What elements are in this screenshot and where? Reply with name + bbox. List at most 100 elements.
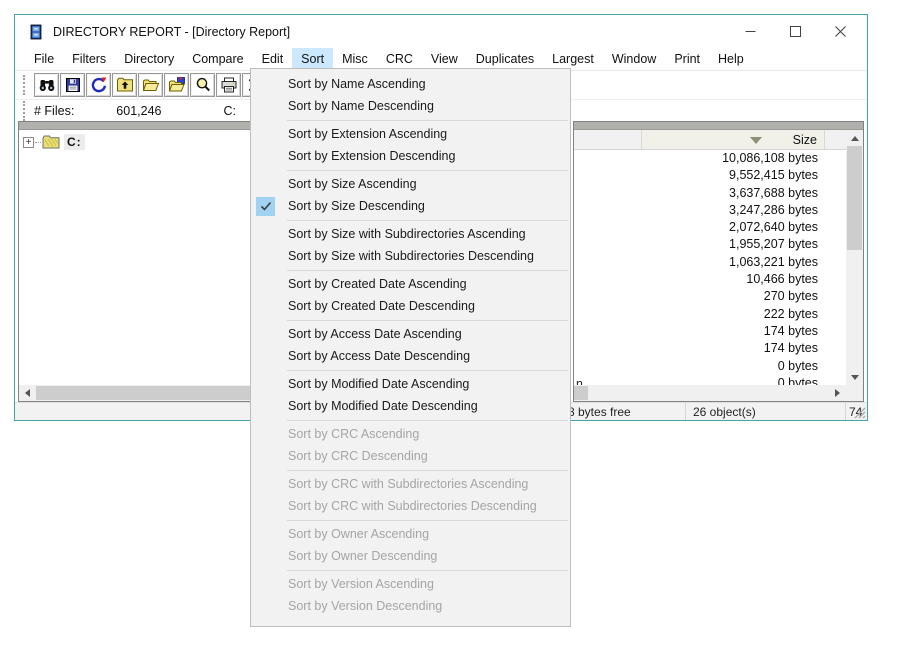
file-size-cell[interactable]: 1,955,207 bytes xyxy=(574,236,846,253)
status-right-panel: 74 xyxy=(846,403,867,420)
menu-compare[interactable]: Compare xyxy=(183,48,252,70)
menu-item-sort-crc-desc[interactable]: Sort by CRC Descending xyxy=(251,446,570,468)
menu-item-label: Sort by Version Ascending xyxy=(288,577,434,591)
file-size-cell[interactable]: 3,247,286 bytes xyxy=(574,202,846,219)
menu-file[interactable]: File xyxy=(25,48,63,70)
checked-indicator xyxy=(256,196,275,216)
column-header-size[interactable]: Size xyxy=(642,130,825,149)
file-size-cell[interactable]: 1,063,221 bytes xyxy=(574,254,846,271)
menu-item-label: Sort by Size Descending xyxy=(288,198,425,213)
list-scrollbar-thumb[interactable] xyxy=(847,146,862,250)
app-icon xyxy=(30,24,42,39)
scrollbar-corner xyxy=(846,385,863,401)
menu-item-sort-size-desc[interactable]: Sort by Size Descending xyxy=(251,196,570,218)
menu-item-sort-crc-subdirs-asc[interactable]: Sort by CRC with Subdirectories Ascendin… xyxy=(251,474,570,496)
menu-item-label: Sort by Extension Descending xyxy=(288,148,456,163)
menu-view[interactable]: View xyxy=(422,48,467,70)
menu-item-sort-modified-asc[interactable]: Sort by Modified Date Ascending xyxy=(251,374,570,396)
menu-item-sort-crc-asc[interactable]: Sort by CRC Ascending xyxy=(251,424,570,446)
menu-sort[interactable]: Sort xyxy=(292,48,334,70)
menu-duplicates[interactable]: Duplicates xyxy=(467,48,543,70)
maximize-button[interactable] xyxy=(773,15,818,48)
menu-item-sort-owner-desc[interactable]: Sort by Owner Descending xyxy=(251,546,570,568)
file-size-cell[interactable]: 10,466 bytes xyxy=(574,271,846,288)
menu-item-label: Sort by Name Descending xyxy=(288,98,434,113)
close-button[interactable] xyxy=(818,15,863,48)
compare-folders-button[interactable] xyxy=(164,73,189,97)
print-button[interactable] xyxy=(216,73,241,97)
menu-item-label: Sort by Owner Descending xyxy=(288,548,438,563)
scroll-down-arrow-icon xyxy=(850,374,859,380)
list-hscrollbar-thumb[interactable] xyxy=(574,386,588,400)
save-button[interactable] xyxy=(60,73,85,97)
file-size-cell[interactable]: 10,086,108 bytes xyxy=(574,150,846,167)
infobar-grip[interactable] xyxy=(23,100,27,121)
file-size-cell[interactable]: 174 bytes xyxy=(574,323,846,340)
print-icon xyxy=(221,77,236,93)
expand-plus-icon[interactable]: + xyxy=(23,136,34,148)
file-size-cell[interactable]: 2,072,640 bytes xyxy=(574,219,846,236)
column-header-hidden[interactable] xyxy=(574,130,642,149)
menu-crc[interactable]: CRC xyxy=(377,48,422,70)
file-size-cell[interactable]: 174 bytes xyxy=(574,340,846,357)
tree-node-c-drive[interactable]: + C: xyxy=(23,133,85,151)
menu-item-sort-size-subdirs-asc[interactable]: Sort by Size with Subdirectories Ascendi… xyxy=(251,224,570,246)
file-size-cell[interactable]: 3,637,688 bytes xyxy=(574,185,846,202)
file-size-cell[interactable]: 9,552,415 bytes xyxy=(574,167,846,184)
menu-item-label: Sort by CRC Ascending xyxy=(288,427,420,441)
toolbar-grip[interactable] xyxy=(23,75,27,95)
scroll-up-button[interactable] xyxy=(846,130,863,146)
file-rows: 10,086,108 bytes 9,552,415 bytes 3,637,6… xyxy=(574,150,846,385)
file-size-cell[interactable]: 0 bytes xyxy=(574,358,846,375)
menu-item-sort-created-asc[interactable]: Sort by Created Date Ascending xyxy=(251,274,570,296)
tree-node-label[interactable]: C: xyxy=(64,134,85,150)
scroll-right-button[interactable] xyxy=(829,385,846,401)
menu-item-sort-size-subdirs-desc[interactable]: Sort by Size with Subdirectories Descend… xyxy=(251,246,570,268)
file-size-cell[interactable]: 222 bytes xyxy=(574,306,846,323)
menu-item-sort-version-desc[interactable]: Sort by Version Descending xyxy=(251,596,570,618)
menu-help[interactable]: Help xyxy=(709,48,753,70)
menu-edit[interactable]: Edit xyxy=(253,48,293,70)
menu-item-sort-access-desc[interactable]: Sort by Access Date Descending xyxy=(251,346,570,368)
minimize-button[interactable] xyxy=(728,15,773,48)
file-size-cell[interactable]: 270 bytes xyxy=(574,288,846,305)
menu-item-label: Sort by Size Ascending xyxy=(288,177,417,191)
menu-item-sort-size-asc[interactable]: Sort by Size Ascending xyxy=(251,174,570,196)
menu-item-sort-version-asc[interactable]: Sort by Version Ascending xyxy=(251,574,570,596)
menu-item-label: Sort by Created Date Ascending xyxy=(288,277,467,291)
menu-item-sort-name-asc[interactable]: Sort by Name Ascending xyxy=(251,74,570,96)
free-space-text: 8 bytes free xyxy=(568,404,631,419)
list-horizontal-scrollbar[interactable] xyxy=(574,385,846,401)
menu-filters[interactable]: Filters xyxy=(63,48,115,70)
menu-directory[interactable]: Directory xyxy=(115,48,183,70)
menu-item-label: Sort by CRC with Subdirectories Descendi… xyxy=(288,498,537,513)
resize-grip-icon[interactable] xyxy=(854,407,866,419)
menu-item-label: Sort by Modified Date Ascending xyxy=(288,377,470,391)
file-size-cell[interactable]: 0 bytes xyxy=(574,375,846,385)
zoom-button[interactable] xyxy=(190,73,215,97)
menu-item-sort-created-desc[interactable]: Sort by Created Date Descending xyxy=(251,296,570,318)
minimize-icon xyxy=(745,31,756,32)
menu-item-label: Sort by Created Date Descending xyxy=(288,298,475,313)
menu-item-sort-extension-desc[interactable]: Sort by Extension Descending xyxy=(251,146,570,168)
menu-largest[interactable]: Largest xyxy=(543,48,603,70)
menu-separator xyxy=(287,520,568,521)
menu-item-sort-modified-desc[interactable]: Sort by Modified Date Descending xyxy=(251,396,570,418)
menu-window[interactable]: Window xyxy=(603,48,665,70)
find-button[interactable] xyxy=(34,73,59,97)
scroll-down-button[interactable] xyxy=(846,369,863,385)
menu-item-sort-owner-asc[interactable]: Sort by Owner Ascending xyxy=(251,524,570,546)
sort-descending-icon xyxy=(750,137,762,144)
menu-item-sort-name-desc[interactable]: Sort by Name Descending xyxy=(251,96,570,118)
menu-misc[interactable]: Misc xyxy=(333,48,377,70)
parent-folder-button[interactable] xyxy=(112,73,137,97)
menu-item-sort-extension-asc[interactable]: Sort by Extension Ascending xyxy=(251,124,570,146)
list-vertical-scrollbar[interactable] xyxy=(846,130,863,385)
scroll-left-button[interactable] xyxy=(19,385,36,401)
menu-item-sort-access-asc[interactable]: Sort by Access Date Ascending xyxy=(251,324,570,346)
menu-print[interactable]: Print xyxy=(665,48,709,70)
menu-item-sort-crc-subdirs-desc[interactable]: Sort by CRC with Subdirectories Descendi… xyxy=(251,496,570,518)
clipped-filename-fragment: n xyxy=(576,377,583,385)
open-folder-button[interactable] xyxy=(138,73,163,97)
refresh-button[interactable] xyxy=(86,73,111,97)
